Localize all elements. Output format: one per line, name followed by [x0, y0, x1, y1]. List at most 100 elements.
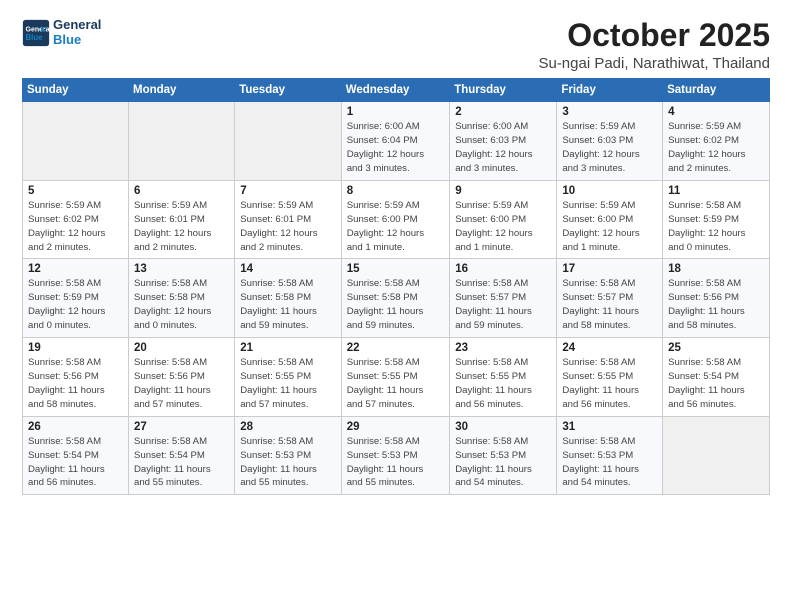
day-number: 20 [134, 342, 229, 354]
day-info: Sunrise: 5:58 AM Sunset: 5:56 PM Dayligh… [134, 356, 229, 412]
table-row: 18Sunrise: 5:58 AM Sunset: 5:56 PM Dayli… [663, 259, 770, 338]
table-row: 31 Sunrise: 5:58 AM Sunset: 5:53 PM Dayli… [557, 416, 663, 495]
day-number: 19 [28, 342, 123, 354]
logo-line2: Blue [53, 32, 81, 47]
table-row: 19 Sunrise: 5:58 AM Sunset: 5:56 PM Dayli… [23, 338, 129, 417]
day-number: 7 [240, 185, 335, 197]
table-row [663, 416, 770, 495]
calendar-header-row: Sunday Monday Tuesday Wednesday Thursday… [23, 79, 770, 102]
day-info: Sunrise: 5:58 AM Sunset: 5:54 PM Dayligh… [668, 356, 764, 412]
table-row: 29 Sunrise: 5:58 AM Sunset: 5:53 PM Dayli… [341, 416, 449, 495]
table-row: 4 Sunrise: 5:59 AM Sunset: 6:02 PM Daylig… [663, 102, 770, 181]
header-friday: Friday [557, 79, 663, 102]
day-info: Sunrise: 5:58 AM Sunset: 5:56 PM Dayligh… [668, 277, 764, 333]
day-info: Sunrise: 5:59 AM Sunset: 6:00 PM Dayligh… [347, 199, 444, 255]
day-info: Sunrise: 6:00 AM Sunset: 6:03 PM Dayligh… [455, 120, 551, 176]
table-row: 15Sunrise: 5:58 AM Sunset: 5:58 PM Dayli… [341, 259, 449, 338]
day-number: 8 [347, 185, 444, 197]
table-row: 13 Sunrise: 5:58 AM Sunset: 5:58 PM Dayli… [129, 259, 235, 338]
table-row: 3 Sunrise: 5:59 AM Sunset: 6:03 PM Daylig… [557, 102, 663, 181]
table-row: 1Sunrise: 6:00 AM Sunset: 6:04 PM Daylig… [341, 102, 449, 181]
table-row: 2 Sunrise: 6:00 AM Sunset: 6:03 PM Daylig… [450, 102, 557, 181]
day-number: 31 [562, 421, 657, 433]
table-row: 5Sunrise: 5:59 AM Sunset: 6:02 PM Daylig… [23, 180, 129, 259]
day-number: 14 [240, 263, 335, 275]
day-info: Sunrise: 5:58 AM Sunset: 5:56 PM Dayligh… [28, 356, 123, 412]
day-number: 25 [668, 342, 764, 354]
day-number: 4 [668, 106, 764, 118]
header: General Blue General Blue October 2025 S… [22, 18, 770, 72]
title-block: October 2025 Su-ngai Padi, Narathiwat, T… [538, 18, 770, 72]
table-row: 26Sunrise: 5:58 AM Sunset: 5:54 PM Dayli… [23, 416, 129, 495]
logo: General Blue General Blue [22, 18, 101, 48]
header-sunday: Sunday [23, 79, 129, 102]
day-info: Sunrise: 5:58 AM Sunset: 5:55 PM Dayligh… [347, 356, 444, 412]
day-number: 9 [455, 185, 551, 197]
day-number: 30 [455, 421, 551, 433]
day-info: Sunrise: 5:59 AM Sunset: 6:00 PM Dayligh… [455, 199, 551, 255]
day-info: Sunrise: 5:58 AM Sunset: 5:57 PM Dayligh… [562, 277, 657, 333]
page-title: October 2025 [538, 18, 770, 53]
calendar-table: Sunday Monday Tuesday Wednesday Thursday… [22, 78, 770, 495]
table-row: 9 Sunrise: 5:59 AM Sunset: 6:00 PM Daylig… [450, 180, 557, 259]
table-row: 12Sunrise: 5:58 AM Sunset: 5:59 PM Dayli… [23, 259, 129, 338]
table-row: 16Sunrise: 5:58 AM Sunset: 5:57 PM Dayli… [450, 259, 557, 338]
day-info: Sunrise: 5:59 AM Sunset: 6:00 PM Dayligh… [562, 199, 657, 255]
day-number: 28 [240, 421, 335, 433]
day-number: 23 [455, 342, 551, 354]
day-info: Sunrise: 5:58 AM Sunset: 5:55 PM Dayligh… [240, 356, 335, 412]
header-monday: Monday [129, 79, 235, 102]
table-row: 11 Sunrise: 5:58 AM Sunset: 5:59 PM Dayli… [663, 180, 770, 259]
day-number: 3 [562, 106, 657, 118]
day-info: Sunrise: 5:58 AM Sunset: 5:58 PM Dayligh… [347, 277, 444, 333]
day-info: Sunrise: 5:58 AM Sunset: 5:57 PM Dayligh… [455, 277, 551, 333]
day-info: Sunrise: 5:58 AM Sunset: 5:58 PM Dayligh… [240, 277, 335, 333]
header-saturday: Saturday [663, 79, 770, 102]
day-info: Sunrise: 5:58 AM Sunset: 5:59 PM Dayligh… [668, 199, 764, 255]
day-info: Sunrise: 5:58 AM Sunset: 5:59 PM Dayligh… [28, 277, 123, 333]
table-row: 8 Sunrise: 5:59 AM Sunset: 6:00 PM Daylig… [341, 180, 449, 259]
day-number: 17 [562, 263, 657, 275]
day-number: 29 [347, 421, 444, 433]
table-row: 27 Sunrise: 5:58 AM Sunset: 5:54 PM Dayli… [129, 416, 235, 495]
day-info: Sunrise: 5:58 AM Sunset: 5:54 PM Dayligh… [134, 435, 229, 491]
table-row [23, 102, 129, 181]
day-info: Sunrise: 5:58 AM Sunset: 5:53 PM Dayligh… [240, 435, 335, 491]
day-info: Sunrise: 5:59 AM Sunset: 6:03 PM Dayligh… [562, 120, 657, 176]
logo-line1: General [53, 18, 101, 33]
header-tuesday: Tuesday [235, 79, 341, 102]
day-info: Sunrise: 5:58 AM Sunset: 5:53 PM Dayligh… [562, 435, 657, 491]
day-number: 13 [134, 263, 229, 275]
day-number: 10 [562, 185, 657, 197]
day-number: 27 [134, 421, 229, 433]
page-subtitle: Su-ngai Padi, Narathiwat, Thailand [538, 55, 770, 72]
day-number: 6 [134, 185, 229, 197]
day-number: 22 [347, 342, 444, 354]
day-number: 21 [240, 342, 335, 354]
table-row [129, 102, 235, 181]
page: General Blue General Blue October 2025 S… [0, 0, 792, 612]
header-wednesday: Wednesday [341, 79, 449, 102]
day-info: Sunrise: 5:58 AM Sunset: 5:53 PM Dayligh… [347, 435, 444, 491]
table-row [235, 102, 341, 181]
day-info: Sunrise: 5:59 AM Sunset: 6:02 PM Dayligh… [668, 120, 764, 176]
svg-text:Blue: Blue [26, 33, 44, 42]
calendar-week-row: 19 Sunrise: 5:58 AM Sunset: 5:56 PM Dayli… [23, 338, 770, 417]
calendar-week-row: 1Sunrise: 6:00 AM Sunset: 6:04 PM Daylig… [23, 102, 770, 181]
day-info: Sunrise: 5:59 AM Sunset: 6:02 PM Dayligh… [28, 199, 123, 255]
calendar-week-row: 26Sunrise: 5:58 AM Sunset: 5:54 PM Dayli… [23, 416, 770, 495]
day-number: 24 [562, 342, 657, 354]
day-info: Sunrise: 5:59 AM Sunset: 6:01 PM Dayligh… [240, 199, 335, 255]
day-info: Sunrise: 5:58 AM Sunset: 5:53 PM Dayligh… [455, 435, 551, 491]
day-number: 11 [668, 185, 764, 197]
day-info: Sunrise: 6:00 AM Sunset: 6:04 PM Dayligh… [347, 120, 444, 176]
day-info: Sunrise: 5:58 AM Sunset: 5:55 PM Dayligh… [562, 356, 657, 412]
day-number: 2 [455, 106, 551, 118]
header-thursday: Thursday [450, 79, 557, 102]
table-row: 17 Sunrise: 5:58 AM Sunset: 5:57 PM Dayli… [557, 259, 663, 338]
table-row: 23Sunrise: 5:58 AM Sunset: 5:55 PM Dayli… [450, 338, 557, 417]
table-row: 21 Sunrise: 5:58 AM Sunset: 5:55 PM Dayli… [235, 338, 341, 417]
table-row: 6Sunrise: 5:59 AM Sunset: 6:01 PM Daylig… [129, 180, 235, 259]
day-info: Sunrise: 5:58 AM Sunset: 5:58 PM Dayligh… [134, 277, 229, 333]
table-row: 24 Sunrise: 5:58 AM Sunset: 5:55 PM Dayli… [557, 338, 663, 417]
